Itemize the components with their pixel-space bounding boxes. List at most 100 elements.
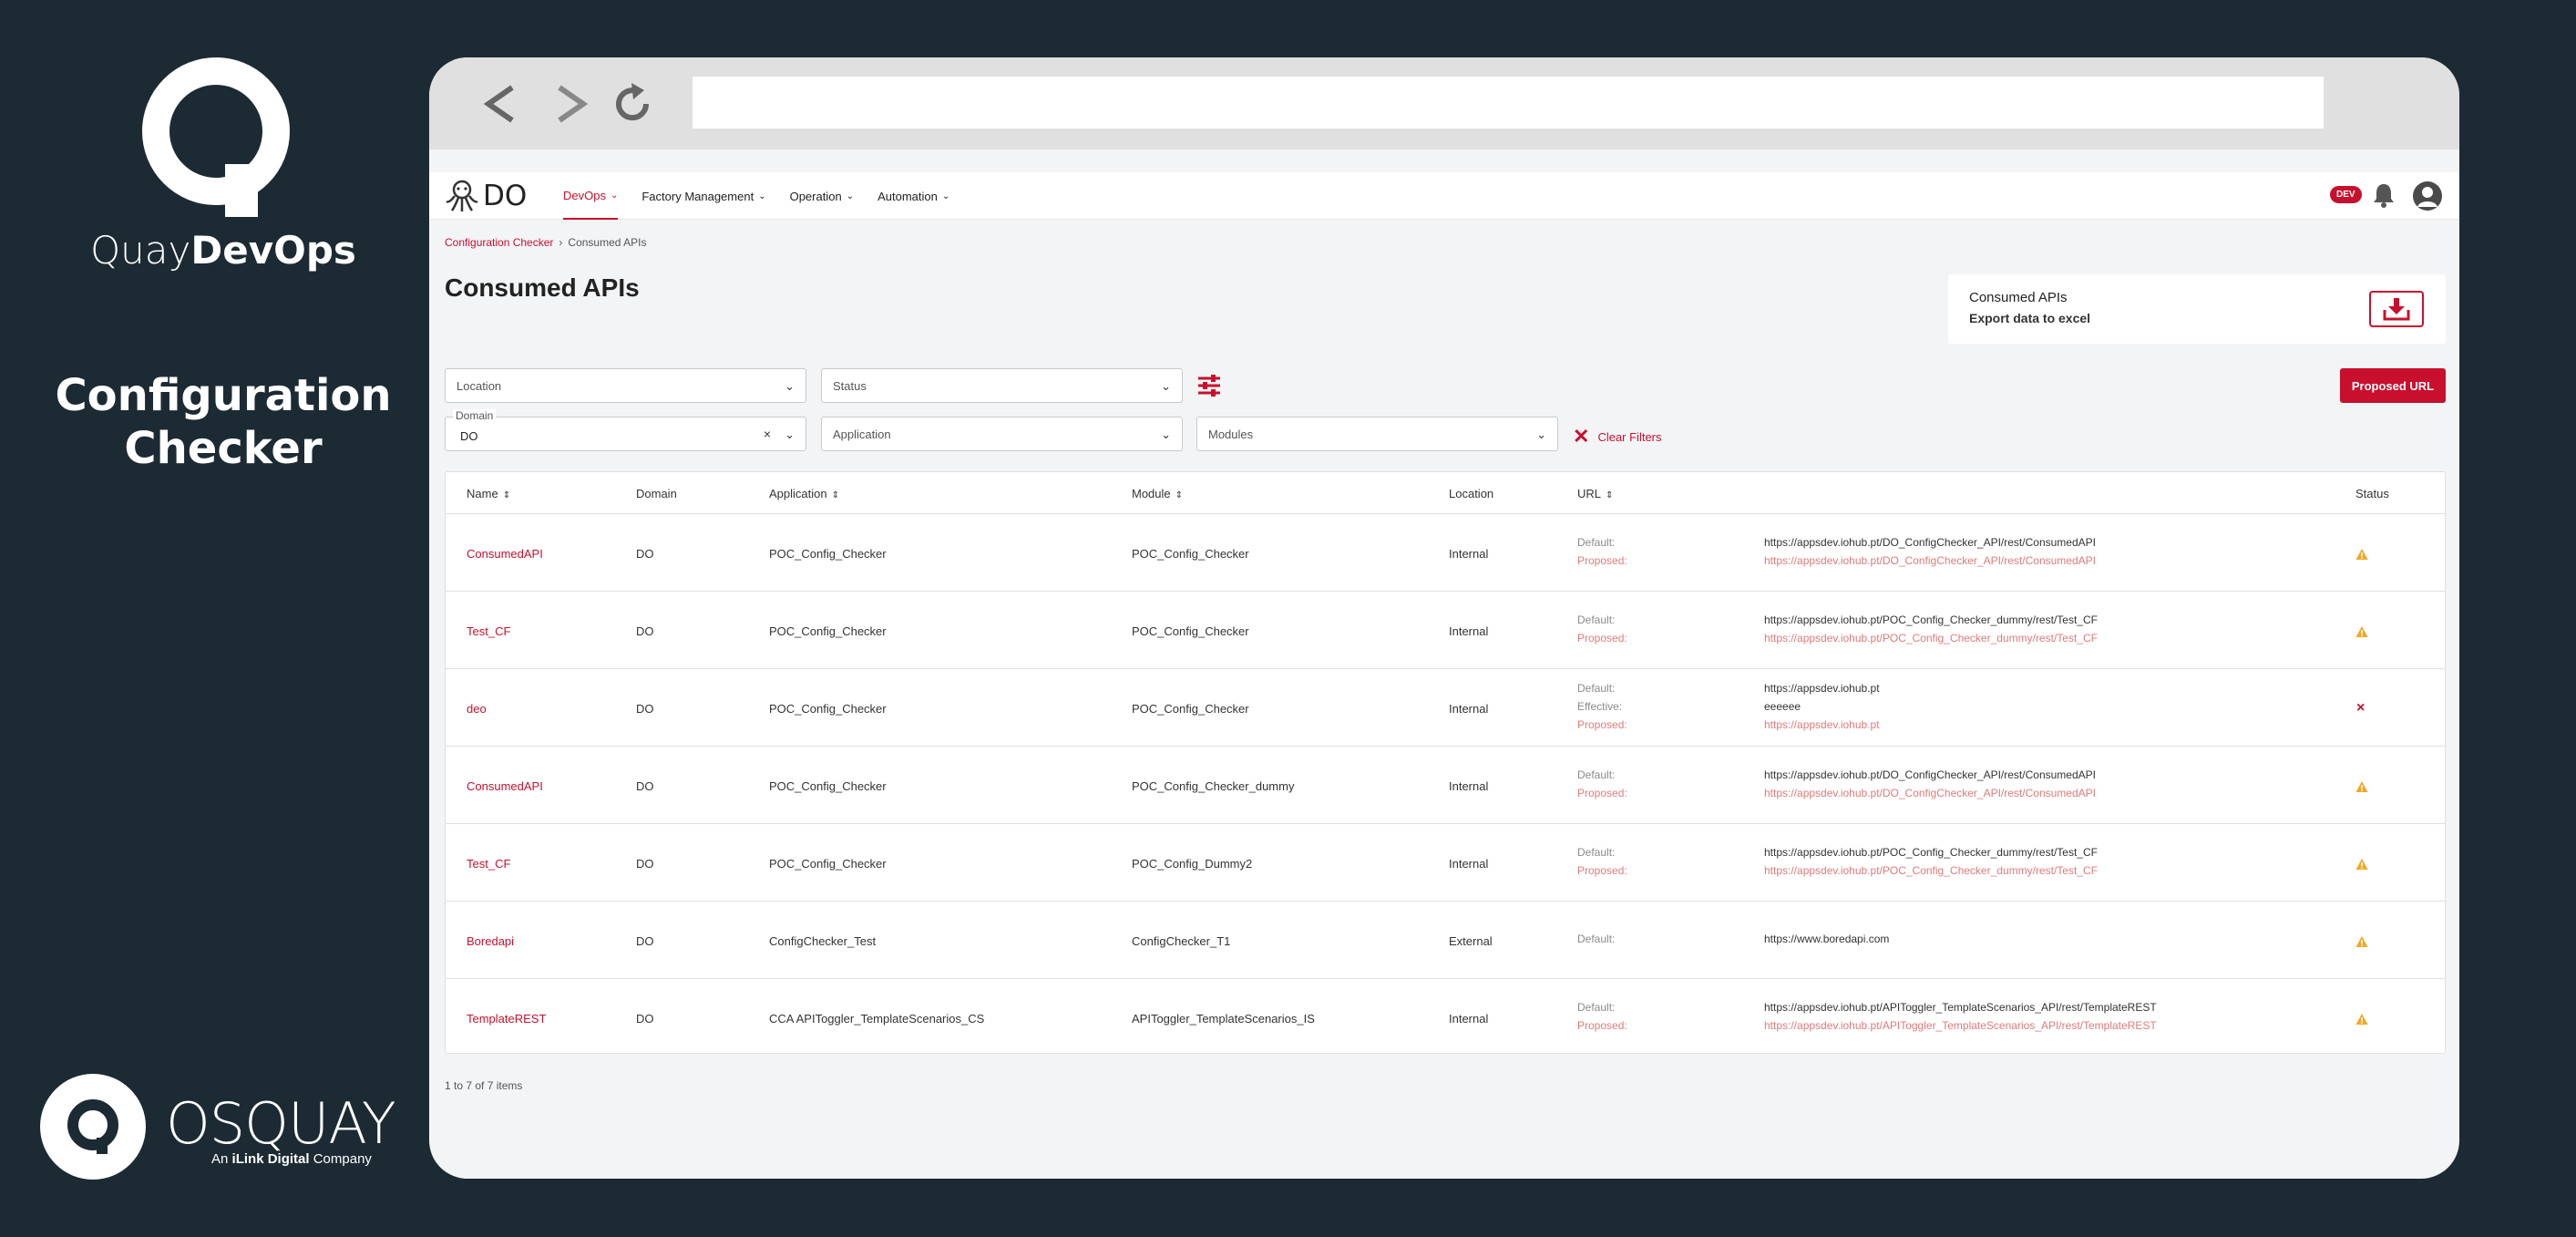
menu-automation[interactable]: Automation ⌄ <box>877 172 949 220</box>
row-url-values: https://appsdev.iohub.pt/POC_Config_Chec… <box>1764 611 2098 647</box>
url-label-default: Default: <box>1577 933 1616 945</box>
application-placeholder: Application <box>833 428 891 441</box>
row-module: POC_Config_Checker_dummy <box>1132 779 1295 793</box>
url-value-prop[interactable]: https://appsdev.iohub.pt/DO_ConfigChecke… <box>1764 551 2096 570</box>
table-row[interactable]: ConsumedAPI DO POC_Config_Checker POC_Confi… <box>446 514 2445 592</box>
url-value-prop[interactable]: https://appsdev.iohub.pt/DO_ConfigChecke… <box>1764 784 2096 802</box>
sort-icon: ⇕ <box>1606 490 1614 500</box>
back-icon[interactable] <box>475 79 524 129</box>
url-value-default: https://appsdev.iohub.pt/APIToggler_Temp… <box>1764 1001 2157 1014</box>
row-name-link[interactable]: Boredapi <box>467 934 514 948</box>
browser-toolbar <box>429 57 2459 149</box>
row-name-link[interactable]: Test_CF <box>467 857 510 871</box>
clear-filters-label: Clear Filters <box>1597 429 1662 444</box>
breadcrumb-parent[interactable]: Configuration Checker <box>445 236 553 249</box>
address-bar[interactable] <box>693 77 2324 129</box>
row-url-labels: Default: Proposed: <box>1577 998 1627 1035</box>
application-select[interactable]: Application ⌄ <box>821 417 1183 451</box>
table-row[interactable]: Test_CF DO POC_Config_Checker POC_Config_Ch… <box>446 592 2445 669</box>
brand-name: QuayDevOps <box>36 228 410 273</box>
row-url-values: https://appsdev.iohub.pt eeeeee https://ap… <box>1764 679 1880 734</box>
row-domain: DO <box>636 779 654 793</box>
row-name-link[interactable]: Test_CF <box>467 624 510 638</box>
menu-automation-label: Automation <box>877 189 938 203</box>
row-name-link[interactable]: deo <box>467 702 487 716</box>
url-label-prop: Proposed: <box>1577 864 1627 877</box>
status-warning-icon <box>2355 1014 2368 1025</box>
breadcrumb-current: Consumed APIs <box>568 236 647 249</box>
header-name[interactable]: Name ⇕ <box>467 487 510 500</box>
company-sub-bold: iLink Digital <box>231 1151 310 1167</box>
table-row[interactable]: Test_CF DO POC_Config_Checker POC_Config_Du… <box>446 824 2445 902</box>
table-row[interactable]: deo DO POC_Config_Checker POC_Config_Checke… <box>446 669 2445 747</box>
clear-filters-button[interactable]: ✕ Clear Filters <box>1573 425 1662 448</box>
row-domain: DO <box>636 702 654 716</box>
breadcrumb: Configuration Checker › Consumed APIs <box>445 236 646 249</box>
reload-icon[interactable] <box>608 79 657 129</box>
chevron-down-icon: ⌄ <box>758 191 766 201</box>
menu-devops[interactable]: DevOps ⌄ <box>563 172 619 220</box>
main-menu: DevOps ⌄ Factory Management ⌄ Operation ⌄ A… <box>563 172 973 220</box>
header-url[interactable]: URL ⇕ <box>1577 487 1613 500</box>
header-status: Status <box>2355 487 2389 500</box>
url-value-default: https://appsdev.iohub.pt/DO_ConfigChecke… <box>1764 536 2096 549</box>
row-location: Internal <box>1449 779 1489 793</box>
row-domain: DO <box>636 1012 654 1026</box>
modules-placeholder: Modules <box>1208 428 1254 441</box>
consumed-apis-table: Name ⇕ Domain Application ⇕ Module ⇕ Locati… <box>445 471 2446 1054</box>
bell-icon[interactable] <box>2372 182 2396 208</box>
url-label-prop: Proposed: <box>1577 787 1627 799</box>
header-application[interactable]: Application ⇕ <box>769 487 839 500</box>
domain-select[interactable]: Domain DO × ⌄ <box>445 409 806 451</box>
url-value-prop[interactable]: https://appsdev.iohub.pt/APIToggler_Temp… <box>1764 1016 2157 1035</box>
status-warning-icon <box>2355 781 2368 792</box>
row-application: ConfigChecker_Test <box>769 934 877 948</box>
url-label-default: Default: <box>1577 1001 1616 1014</box>
table-row[interactable]: TemplateREST DO CCA APIToggler_TemplateSce… <box>446 979 2445 1057</box>
url-label-default: Default: <box>1577 536 1616 549</box>
url-label-default: Default: <box>1577 682 1616 695</box>
table-row[interactable]: ConsumedAPI DO POC_Config_Checker POC_Confi… <box>446 747 2445 824</box>
row-location: Internal <box>1449 857 1489 871</box>
sort-icon: ⇕ <box>831 490 839 500</box>
url-value-prop[interactable]: https://appsdev.iohub.pt/POC_Config_Chec… <box>1764 861 2098 880</box>
status-warning-icon <box>2355 626 2368 637</box>
header-module[interactable]: Module ⇕ <box>1132 487 1183 500</box>
forward-icon[interactable] <box>548 79 597 129</box>
modules-select[interactable]: Modules ⌄ <box>1196 417 1558 451</box>
download-icon <box>2383 298 2410 321</box>
status-select[interactable]: Status ⌄ <box>821 368 1183 403</box>
url-value-prop[interactable]: https://appsdev.iohub.pt/POC_Config_Chec… <box>1764 629 2098 647</box>
row-name-link[interactable]: ConsumedAPI <box>467 779 543 793</box>
row-url-labels: Default: Proposed: <box>1577 533 1627 570</box>
table-row[interactable]: Boredapi DO ConfigChecker_Test ConfigChecke… <box>446 902 2445 979</box>
url-value-prop[interactable]: https://appsdev.iohub.pt <box>1764 716 1880 734</box>
brand-name-light: Quay <box>90 228 191 273</box>
status-warning-icon <box>2355 936 2368 947</box>
quay-logo <box>141 57 291 217</box>
menu-factory-management-label: Factory Management <box>641 189 754 203</box>
user-avatar[interactable] <box>2413 181 2442 211</box>
chevron-down-icon: ⌄ <box>785 379 795 393</box>
product-title-line1: Configuration <box>55 370 392 421</box>
export-excel-button[interactable] <box>2369 291 2424 327</box>
menu-operation[interactable]: Operation ⌄ <box>790 172 854 220</box>
row-url-labels: Default: <box>1577 930 1615 948</box>
proposed-url-button[interactable]: Proposed URL <box>2340 368 2446 403</box>
filter-settings-icon[interactable] <box>1196 372 1222 399</box>
url-label-eff: Effective: <box>1577 700 1623 713</box>
url-label-prop: Proposed: <box>1577 1019 1627 1032</box>
app-logo[interactable]: DO <box>444 178 527 214</box>
menu-factory-management[interactable]: Factory Management ⌄ <box>641 172 765 220</box>
row-name-link[interactable]: ConsumedAPI <box>467 547 543 561</box>
pagination-summary: 1 to 7 of 7 items <box>445 1079 523 1092</box>
row-module: APIToggler_TemplateScenarios_IS <box>1132 1012 1315 1026</box>
sort-icon: ⇕ <box>502 490 511 500</box>
row-application: POC_Config_Checker <box>769 547 887 561</box>
location-select[interactable]: Location ⌄ <box>445 368 806 403</box>
url-label-prop: Proposed: <box>1577 718 1627 731</box>
clear-domain-icon[interactable]: × <box>764 427 771 441</box>
row-name-link[interactable]: TemplateREST <box>467 1012 546 1026</box>
url-label-default: Default: <box>1577 768 1616 781</box>
chevron-down-icon: ⌄ <box>1161 379 1171 393</box>
